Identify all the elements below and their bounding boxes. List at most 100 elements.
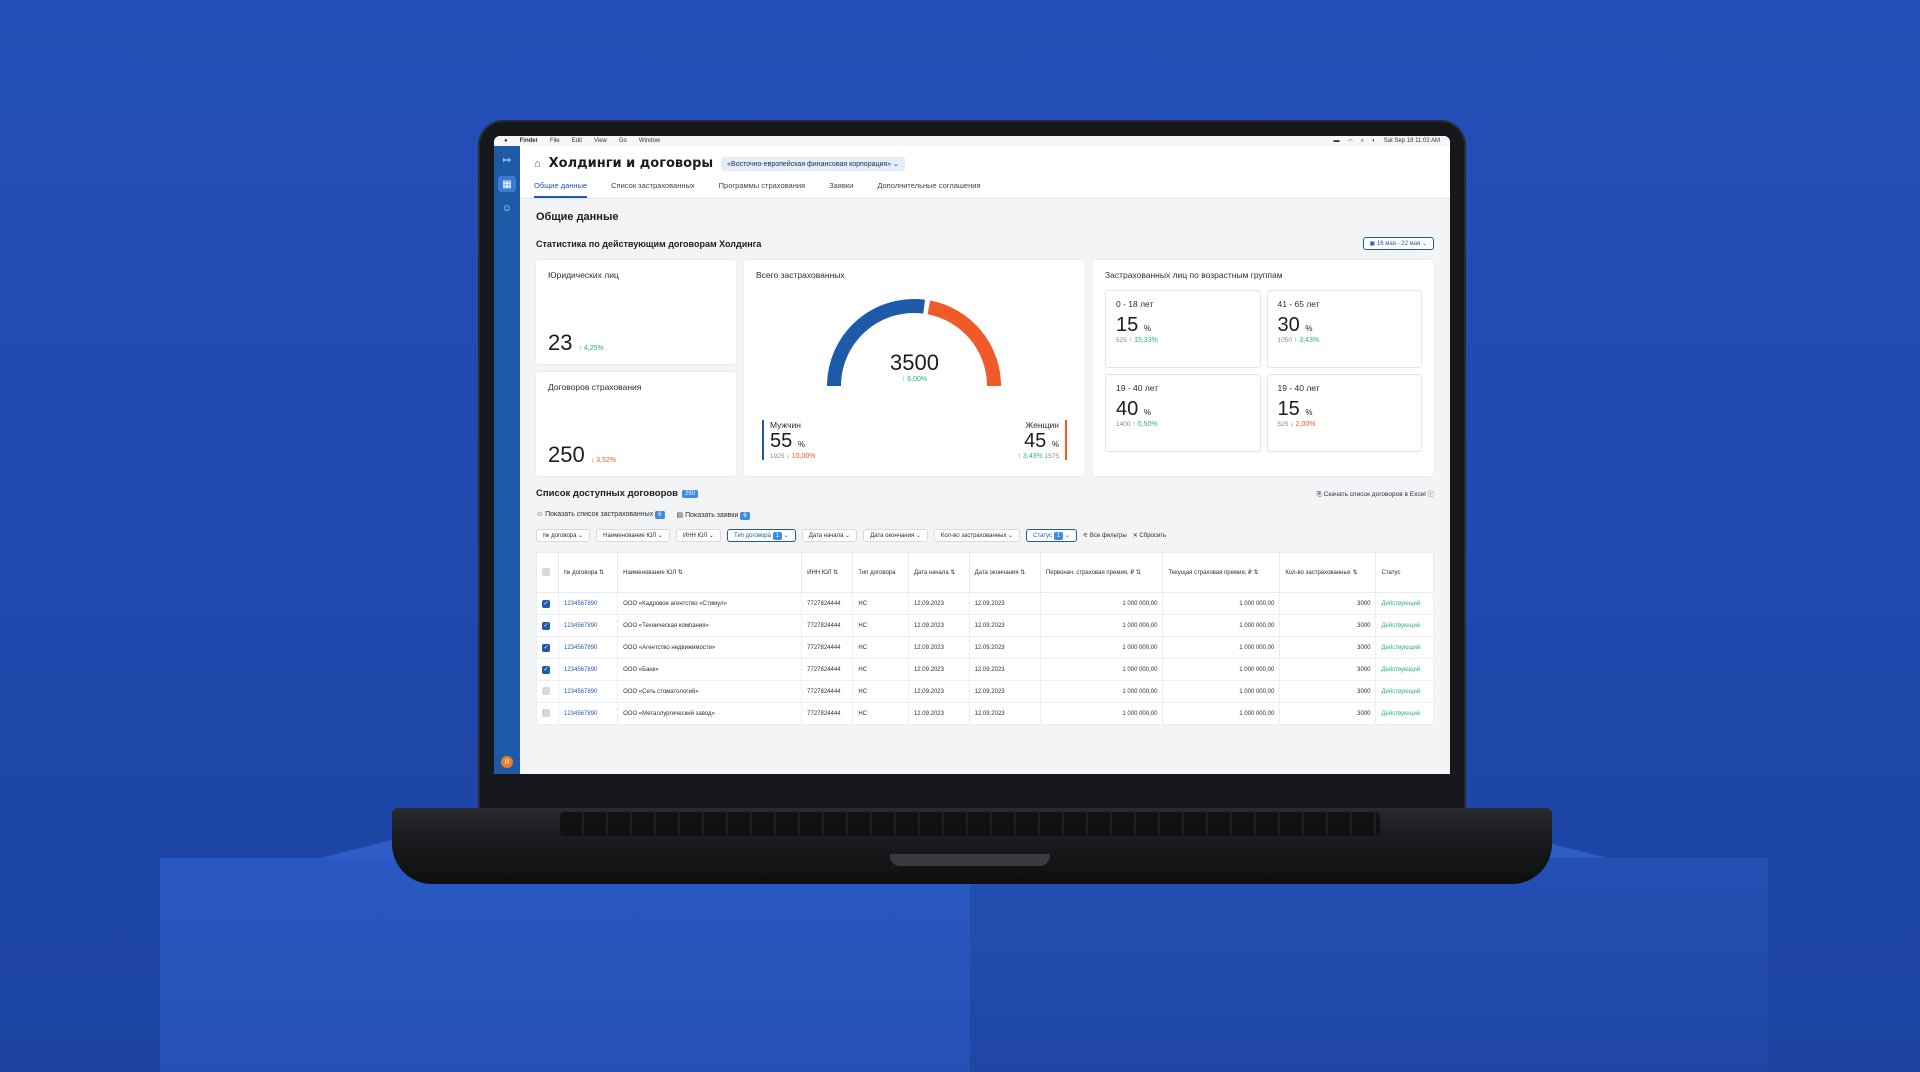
filter-inn[interactable]: ИНН ЮЛ ⌄ (675, 529, 721, 542)
tab-insured-list[interactable]: Список застрахованных (611, 181, 695, 198)
col-company-name[interactable]: Наименование ЮЛ ⇅ (617, 552, 803, 593)
contract-no[interactable]: 1234567890 (557, 680, 619, 703)
men-label: Мужчин (770, 420, 801, 430)
tab-agreements[interactable]: Дополнительные соглашения (877, 181, 980, 198)
filter-status[interactable]: Статус 1 ⌄ (1026, 529, 1077, 542)
holdings-icon[interactable]: ▦ (498, 176, 516, 192)
filter-start-date[interactable]: Дата начала ⌄ (801, 529, 858, 542)
row-checkbox[interactable]: ✓ (536, 636, 559, 659)
collapse-sidebar-icon[interactable]: ↦ (498, 152, 516, 168)
user-icon[interactable]: ☺ (498, 200, 516, 216)
section-title: Общие данные (536, 211, 619, 223)
start-date: 12.09.2023 (907, 592, 970, 615)
table-row[interactable]: ✓ 1234567890 ООО «Кадровое агентство «Стим… (536, 592, 1434, 615)
pedestal-front (160, 858, 970, 1072)
contract-no[interactable]: 1234567890 (557, 702, 619, 725)
company-name: ООО «Сеть стоматологий» (617, 680, 803, 703)
bank-icon: ⌂ (534, 157, 541, 170)
col-type[interactable]: Тип договора (852, 552, 909, 593)
initial-premium: 1 000 000,00 (1039, 680, 1164, 703)
table-row[interactable]: ✓ 1234567890 ООО «Агентство недвижимости» 7… (536, 636, 1434, 659)
control-center-icon[interactable]: ◐ (1372, 138, 1376, 145)
page-title: Холдинги и договоры (548, 156, 714, 171)
laptop-keyboard (560, 812, 1380, 836)
table-row[interactable]: 1234567890 ООО «Сеть стоматологий» 7727824… (536, 680, 1434, 703)
close-icon: ✕ (1132, 533, 1138, 539)
tab-general[interactable]: Общие данные (534, 181, 588, 198)
contract-type: НС (852, 614, 909, 637)
contract-no[interactable]: 1234567890 (557, 636, 619, 659)
menu-window[interactable]: Window (639, 138, 660, 144)
search-icon[interactable]: ⌕ (1361, 138, 1364, 145)
contract-no[interactable]: 1234567890 (557, 658, 619, 681)
current-premium: 1 000 000,00 (1162, 702, 1281, 725)
holding-select[interactable]: «Восточно-европейская финансовая корпора… (721, 156, 905, 171)
reset-filters-button[interactable]: ✕ Сбросить (1133, 532, 1166, 539)
menu-finder[interactable]: Finder (520, 138, 538, 144)
col-start[interactable]: Дата начала ⇅ (907, 552, 970, 593)
col-status[interactable]: Статус (1375, 552, 1434, 593)
battery-icon[interactable]: ▬ (1333, 138, 1339, 145)
current-premium: 1 000 000,00 (1162, 636, 1281, 659)
show-insured-button[interactable]: ☺ Показать список застрахованных 6 (536, 511, 665, 519)
download-excel-link[interactable]: ⎘ Скачать список договоров в Excel ⓘ (1317, 488, 1434, 499)
menu-edit[interactable]: Edit (572, 138, 582, 144)
menu-file[interactable]: File (550, 138, 560, 144)
col-inn[interactable]: ИНН ЮЛ ⇅ (801, 552, 854, 593)
age-group-tile: 19 - 40 лет 15 % 525 ↓ 2,00% (1266, 374, 1422, 452)
row-checkbox[interactable]: ✓ (536, 592, 559, 615)
page-header: ⌂ Холдинги и договоры «Восточно-европейс… (520, 146, 1450, 199)
col-insured-count[interactable]: Кол-во застрахованных ⇅ (1279, 552, 1377, 593)
select-all-checkbox[interactable] (536, 552, 559, 593)
col-initial-premium[interactable]: Первонач. страховая премия, ₽ ⇅ (1039, 552, 1164, 593)
col-end[interactable]: Дата окончания ⇅ (968, 552, 1041, 593)
contracts-count-badge: 250 (682, 489, 699, 498)
start-date: 12.09.2023 (907, 658, 970, 681)
filter-company-name[interactable]: Наименование ЮЛ ⌄ (596, 529, 670, 542)
insured-label: Всего застрахованных (756, 270, 845, 280)
row-checkbox[interactable]: ✓ (536, 614, 559, 637)
row-checkbox[interactable] (536, 702, 559, 725)
table-row[interactable]: ✓ 1234567890 ООО «Техническая компания» 772… (536, 614, 1434, 637)
insured-total: 3500 (890, 350, 939, 375)
col-current-premium[interactable]: Текущая страховая премия, ₽ ⇅ (1162, 552, 1281, 593)
apple-icon[interactable]: ● (504, 138, 508, 144)
company-name: ООО «Банк» (617, 658, 803, 681)
avatar[interactable]: И (501, 756, 513, 768)
menu-go[interactable]: Go (619, 138, 627, 144)
age-group-tile: 41 - 65 лет 30 % 1050 ↑ 3,43% (1266, 290, 1422, 368)
initial-premium: 1 000 000,00 (1039, 592, 1164, 615)
filter-bar: № договора ⌄ Наименование ЮЛ ⌄ ИНН ЮЛ ⌄ … (536, 529, 1434, 542)
company-name: ООО «Агентство недвижимости» (617, 636, 803, 659)
women-label: Женщин (1025, 420, 1059, 430)
row-checkbox[interactable]: ✓ (536, 658, 559, 681)
col-contract-no[interactable]: № договора ⇅ (557, 552, 619, 593)
menu-view[interactable]: View (594, 138, 607, 144)
tab-programs[interactable]: Программы страхования (719, 181, 805, 198)
filter-end-date[interactable]: Дата окончания ⌄ (863, 529, 928, 542)
contract-no[interactable]: 1234567890 (557, 614, 619, 637)
filter-contract-no[interactable]: № договора ⌄ (536, 529, 591, 542)
end-date: 12.09.2023 (968, 658, 1041, 681)
info-icon[interactable]: ⓘ (1428, 491, 1435, 498)
contract-no[interactable]: 1234567890 (557, 592, 619, 615)
table-row[interactable]: 1234567890 ООО «Металлургический завод» 77… (536, 702, 1434, 725)
filter-contract-type[interactable]: Тип договора 1 ⌄ (726, 529, 796, 542)
end-date: 12.09.2023 (968, 636, 1041, 659)
wifi-icon[interactable]: ◠ (1347, 138, 1352, 145)
menubar-clock[interactable]: Sat Sep 18 11:02 AM (1384, 138, 1440, 145)
table-row[interactable]: ✓ 1234567890 ООО «Банк» 7727824444 НС 12.09.2… (536, 658, 1434, 681)
current-premium: 1 000 000,00 (1162, 658, 1281, 681)
sidebar: ↦ ▦ ☺ И (494, 146, 520, 774)
initial-premium: 1 000 000,00 (1039, 614, 1164, 637)
row-checkbox[interactable] (536, 680, 559, 703)
show-requests-button[interactable]: ▤ Показать заявки 6 (677, 511, 750, 520)
company-name: ООО «Техническая компания» (617, 614, 803, 637)
all-filters-button[interactable]: ⚟ Все фильтры (1083, 532, 1127, 539)
women-delta: ↑ 3,43% (1017, 453, 1043, 460)
stats-title: Статистика по действующим договорам Холд… (536, 238, 762, 249)
date-range-picker[interactable]: ▣ 16 мая - 22 мая ⌄ (1362, 237, 1434, 250)
age-group-tile: 19 - 40 лет 40 % 1400 ↑ 0,50% (1105, 374, 1261, 452)
tab-requests[interactable]: Заявки (829, 181, 853, 198)
filter-insured-count[interactable]: Кол-во застрахованных ⌄ (933, 529, 1021, 542)
